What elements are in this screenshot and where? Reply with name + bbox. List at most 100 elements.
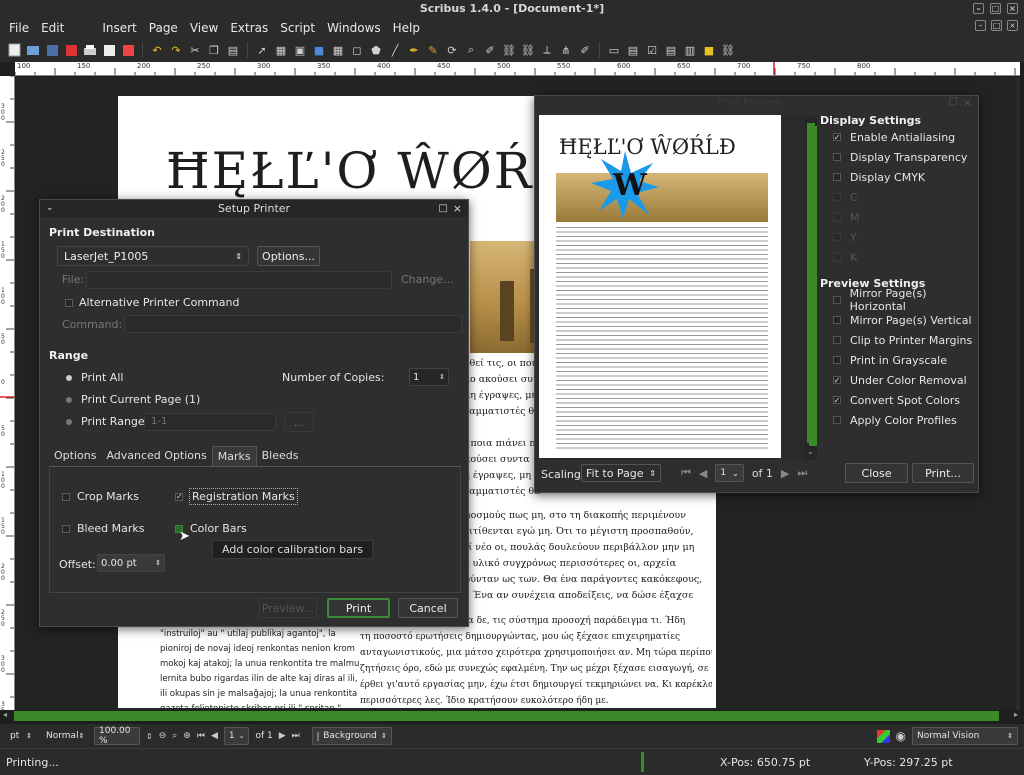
pdf-listbox-icon[interactable]: ▥ [682, 42, 698, 58]
zoom-input[interactable]: 100.00 % [94, 726, 140, 746]
tab-bleeds[interactable]: Bleeds [257, 446, 304, 466]
print-range-input[interactable]: 1-1 [144, 413, 276, 431]
doc-restore-button[interactable]: □ [991, 20, 1002, 31]
close-button[interactable]: × [1007, 3, 1018, 14]
tab-marks[interactable]: Marks [211, 446, 257, 466]
print-all-radio[interactable]: Print All [66, 371, 123, 384]
zoom-100-icon[interactable]: ⌕ [172, 731, 177, 741]
measure-icon[interactable]: ⟂ [539, 42, 555, 58]
cancel-button[interactable]: Cancel [398, 598, 458, 618]
menu-view[interactable]: View [190, 21, 218, 35]
new-document-icon[interactable] [6, 42, 22, 58]
pdf-textfield-icon[interactable]: ▤ [625, 42, 641, 58]
undo-icon[interactable]: ↶ [149, 42, 165, 58]
menu-windows[interactable]: Windows [327, 21, 381, 35]
preview-green-scroll[interactable] [809, 126, 817, 446]
zoom-icon[interactable]: ⌕ [463, 42, 479, 58]
polygon-icon[interactable]: ⬟ [368, 42, 384, 58]
option-display-cmyk[interactable]: Display CMYK [833, 167, 967, 187]
change-file-button[interactable]: Change... [401, 273, 454, 286]
color-management-icon[interactable] [876, 729, 890, 743]
last-page-icon[interactable]: ⏭ [797, 466, 807, 480]
menu-file[interactable]: File [9, 21, 29, 35]
registration-marks-checkbox[interactable]: ✓ Registration Marks [175, 488, 298, 505]
freehand-icon[interactable]: ✎ [425, 42, 441, 58]
table-icon[interactable]: ▦ [330, 42, 346, 58]
pdf-export-icon[interactable] [120, 42, 136, 58]
mode-select[interactable]: Normal ⇕ [42, 727, 88, 745]
pdf-link-icon[interactable]: ⛓ [720, 42, 736, 58]
layer-select[interactable]: Background ⇕ [311, 727, 392, 745]
option-mirror-vertical[interactable]: Mirror Page(s) Vertical [833, 310, 978, 330]
dialog-close-icon[interactable]: × [453, 200, 462, 217]
option-clip-margins[interactable]: Clip to Printer Margins [833, 330, 978, 350]
preview-maximize-icon[interactable]: □ [949, 96, 958, 107]
preview-close-icon[interactable]: × [963, 96, 972, 109]
bezier-icon[interactable]: ✒ [406, 42, 422, 58]
tab-advanced-options[interactable]: Advanced Options [101, 446, 211, 466]
menu-extras[interactable]: Extras [230, 21, 268, 35]
preview-mode-icon[interactable]: ◉ [896, 729, 906, 743]
menu-script[interactable]: Script [280, 21, 315, 35]
link-frames-icon[interactable]: ⛓ [501, 42, 517, 58]
next-page-icon[interactable]: ▶ [279, 731, 286, 741]
pdf-combobox-icon[interactable]: ▤ [663, 42, 679, 58]
menu-page[interactable]: Page [149, 21, 178, 35]
menu-edit[interactable]: Edit [41, 21, 64, 35]
page-select[interactable]: 1 ⌄ [715, 464, 744, 482]
minimize-button[interactable]: – [973, 3, 984, 14]
copy-properties-icon[interactable]: ⋔ [558, 42, 574, 58]
edit-text-icon[interactable]: ✐ [482, 42, 498, 58]
save-icon[interactable] [44, 42, 60, 58]
canvas-vertical-scrollbar[interactable] [1016, 77, 1020, 710]
line-icon[interactable]: ╱ [387, 42, 403, 58]
option-convert-spot-colors[interactable]: ✓ Convert Spot Colors [833, 390, 978, 410]
zoom-spin-icon[interactable]: ⇕ [146, 732, 153, 741]
page-select[interactable]: 1 ⌄ [223, 727, 250, 745]
zoom-out-icon[interactable]: ⊖ [159, 731, 167, 741]
first-page-icon[interactable]: ⏮ [197, 731, 205, 741]
print-range-radio[interactable]: Print Range [66, 415, 145, 428]
option-apply-color-profiles[interactable]: Apply Color Profiles [833, 410, 978, 430]
prev-page-icon[interactable]: ◀ [211, 731, 218, 741]
first-page-icon[interactable]: ⏮ [681, 466, 691, 480]
command-input[interactable] [124, 315, 462, 333]
redo-icon[interactable]: ↷ [168, 42, 184, 58]
print-icon[interactable] [82, 42, 98, 58]
vision-select[interactable]: Normal Vision ⇕ [912, 727, 1018, 745]
image-frame-icon[interactable]: ▣ [292, 42, 308, 58]
print-button[interactable]: Print [327, 598, 390, 618]
unlink-frames-icon[interactable]: ⛓ [520, 42, 536, 58]
menu-help[interactable]: Help [393, 21, 420, 35]
dialog-maximize-icon[interactable]: □ [439, 200, 448, 217]
doc-minimize-button[interactable]: – [975, 20, 986, 31]
select-tool-icon[interactable]: ➚ [254, 42, 270, 58]
scaling-select[interactable]: Fit to Page ⇕ [581, 464, 661, 482]
bleed-marks-checkbox[interactable]: Bleed Marks [62, 522, 144, 535]
next-page-icon[interactable]: ▶ [781, 467, 789, 480]
option-mirror-horizontal[interactable]: Mirror Page(s) Horizontal [833, 287, 978, 313]
prev-page-icon[interactable]: ◀ [699, 467, 707, 480]
range-picker-button[interactable]: ... [284, 412, 314, 432]
close-document-icon[interactable] [63, 42, 79, 58]
unit-select[interactable]: pt ⇕ [6, 727, 36, 745]
copies-spinbox[interactable]: 1 ⇕ [409, 368, 449, 386]
preview-button[interactable]: Preview... [259, 598, 317, 618]
menu-insert[interactable]: Insert [102, 21, 136, 35]
tab-options[interactable]: Options [49, 446, 101, 466]
eyedropper-icon[interactable]: ✐ [577, 42, 593, 58]
pdf-checkbox-icon[interactable]: ☑ [644, 42, 660, 58]
alt-command-checkbox[interactable]: Alternative Printer Command [65, 296, 239, 309]
dialog-menu-icon[interactable]: ⌄ [46, 200, 54, 217]
option-display-transparency[interactable]: Display Transparency [833, 147, 967, 167]
option-enable-antialiasing[interactable]: ✓ Enable Antialiasing [833, 127, 967, 147]
printer-select[interactable]: LaserJet_P1005 ⇕ [57, 246, 249, 266]
preview-close-button[interactable]: Close [845, 463, 908, 483]
scrollbar-thumb[interactable] [14, 711, 999, 721]
printer-options-button[interactable]: Options... [257, 246, 320, 266]
file-input[interactable] [86, 271, 392, 289]
render-frame-icon[interactable]: ■ [311, 42, 327, 58]
pdf-annotation-icon[interactable]: ■ [701, 42, 717, 58]
last-page-icon[interactable]: ⏭ [292, 731, 300, 741]
shape-icon[interactable]: ◻ [349, 42, 365, 58]
